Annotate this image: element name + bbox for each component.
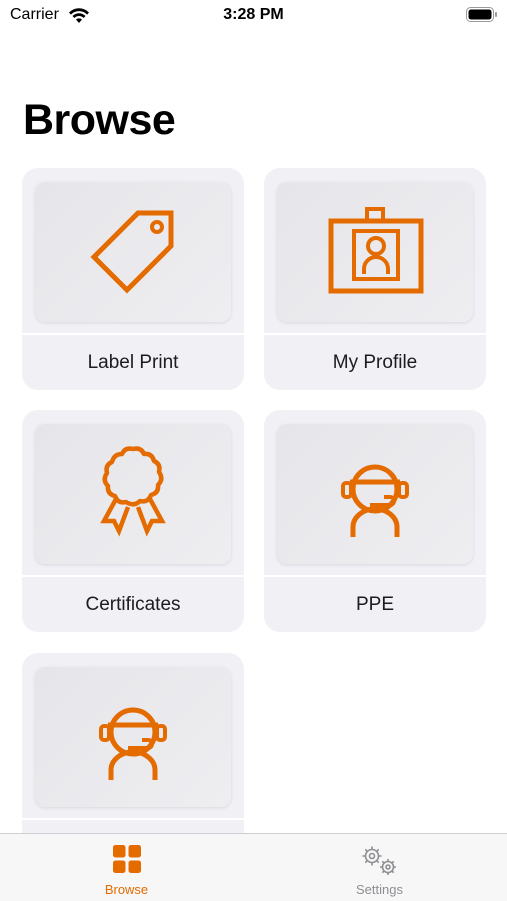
tile-certificates[interactable]: Certificates: [22, 410, 244, 632]
tab-bar: Browse Settings: [0, 833, 507, 901]
grid-icon: [112, 844, 142, 879]
tile-ppe[interactable]: PPE: [264, 410, 486, 632]
tab-label-settings: Settings: [356, 882, 403, 897]
tile-label: Label Print: [87, 352, 179, 373]
tab-settings[interactable]: Settings: [253, 834, 506, 901]
tile-image: [35, 182, 231, 322]
gears-icon: [358, 844, 402, 883]
tile-image: [35, 667, 231, 807]
tile-divider: [264, 333, 486, 335]
tile-label: PPE: [355, 594, 395, 615]
tag-icon: [78, 197, 188, 307]
award-rosette-icon: [78, 439, 188, 549]
tile-divider: [22, 575, 244, 577]
tile-image: [277, 424, 473, 564]
id-badge-icon: [320, 197, 430, 307]
tile-label: Certificates: [85, 594, 181, 615]
browse-grid: Label Print My Profile Certificates PPE: [0, 0, 507, 900]
tile-image: [35, 424, 231, 564]
tab-label-browse: Browse: [104, 882, 149, 897]
tile-divider: [264, 575, 486, 577]
tile-label-print[interactable]: Label Print: [22, 168, 244, 390]
tile-my-profile[interactable]: My Profile: [264, 168, 486, 390]
tile-label: My Profile: [332, 352, 418, 373]
headset-person-icon: [320, 439, 430, 549]
tab-browse[interactable]: Browse: [0, 834, 253, 901]
headset-person-icon: [78, 682, 188, 792]
tile-image: [277, 182, 473, 322]
tile-divider: [22, 333, 244, 335]
tile-divider: [22, 818, 244, 820]
